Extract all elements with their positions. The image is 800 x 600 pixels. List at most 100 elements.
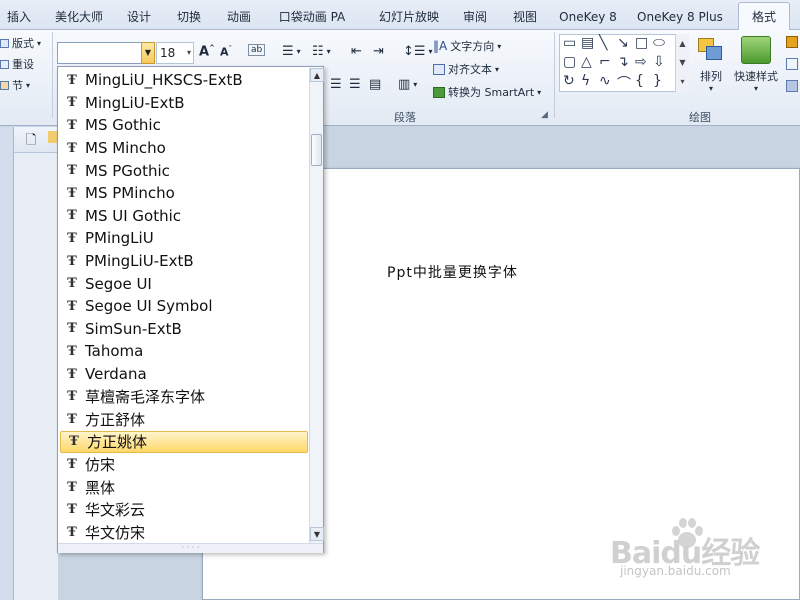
font-list-item[interactable]: Ŧ MS PGothic [59,159,309,182]
right-arrow-shape-icon[interactable]: ⇨ [635,54,647,70]
truetype-font-icon: Ŧ [67,208,77,224]
slide-text-box[interactable]: Ppt中批量更换字体 [387,262,518,282]
rectangle-shape-icon[interactable]: □ [635,35,648,51]
scroll-up-icon[interactable]: ▲ [310,68,324,82]
truetype-font-icon: Ŧ [67,411,77,427]
align-text-button[interactable]: 对齐文本 ▾ [433,61,499,77]
font-list-item[interactable]: Ŧ Verdana [59,363,309,386]
tab-pocket-animation[interactable]: 口袋动画 PA [274,6,350,28]
arc-shape-icon[interactable]: ⌒ [617,73,631,93]
shape-outline-button[interactable] [786,58,798,70]
font-list-item[interactable]: Ŧ 仿宋 [59,453,309,476]
scroll-down-icon[interactable]: ▼ [676,53,689,72]
pen-icon [786,58,798,70]
scroll-down-icon[interactable]: ▼ [310,527,324,541]
font-list-item[interactable]: Ŧ 黑体 [59,476,309,499]
textbox-shape-icon[interactable]: ▭ [563,35,576,51]
font-list-item[interactable]: Ŧ MingLiU_HKSCS-ExtB [59,69,309,92]
font-list-item[interactable]: Ŧ MS Gothic [59,114,309,137]
tab-review[interactable]: 审阅 [458,6,492,28]
tab-slideshow[interactable]: 幻灯片放映 [374,6,444,28]
scroll-up-icon[interactable]: ▲ [676,34,689,53]
font-list-item[interactable]: Ŧ MS UI Gothic [59,205,309,228]
font-list-item[interactable]: Ŧ 草檀斋毛泽东字体 [59,385,309,408]
align-right-button[interactable]: ☰ [330,77,342,92]
elbow-arrow-shape-icon[interactable]: ↴ [617,54,629,70]
smartart-icon [433,86,445,98]
grow-font-button[interactable]: A^ [199,44,215,59]
curve-shape-icon[interactable]: ∿ [599,73,611,89]
font-size-combobox[interactable]: 18 ▾ [156,42,194,64]
bullets-button[interactable]: ☰ ▾ [282,44,301,59]
tab-transitions[interactable]: 切换 [172,6,206,28]
justify-button[interactable]: ☰ [349,77,361,92]
paragraph-group-label: 段落 [394,111,416,124]
arrow-line-shape-icon[interactable]: ↘ [617,35,629,51]
curved-arrow-shape-icon[interactable]: ↻ [563,73,575,89]
right-brace-shape-icon[interactable]: } [653,73,662,89]
reset-button[interactable]: 重设 [0,56,34,72]
font-dropdown-button[interactable]: ▼ [141,42,155,64]
font-list-item[interactable]: Ŧ Segoe UI Symbol [59,295,309,318]
font-list-item[interactable]: Ŧ 方正姚体 [60,430,308,454]
tab-meihua-master[interactable]: 美化大师 [50,6,108,28]
font-dropdown-list[interactable]: Ŧ MingLiU_HKSCS-ExtB Ŧ MingLiU-ExtB Ŧ MS Goth… [57,66,324,553]
down-arrow-shape-icon[interactable]: ⇩ [653,54,665,70]
shapes-gallery[interactable]: ▭ ▤ ╲ ↘ □ ⬭ ▢ △ ⌐ ↴ ⇨ ⇩ ↻ ϟ ∿ ⌒ { } [559,34,689,92]
oval-shape-icon[interactable]: ⬭ [653,35,665,51]
triangle-shape-icon[interactable]: △ [581,54,592,70]
shape-effects-button[interactable] [786,80,798,92]
rounded-rectangle-shape-icon[interactable]: ▢ [563,54,576,70]
shape-fill-button[interactable] [786,36,798,48]
distributed-button[interactable]: ▤ [369,77,381,92]
font-list-item[interactable]: Ŧ MingLiU-ExtB [59,92,309,115]
section-button[interactable]: 节 ▾ [0,77,30,93]
font-size-value: 18 [160,46,176,60]
slides-tab-icon[interactable]: 🗋 [26,131,36,153]
resize-grip[interactable]: · · · · [58,543,323,553]
text-direction-button[interactable]: ‖A 文字方向 ▾ [433,38,501,54]
truetype-font-icon: Ŧ [67,72,77,88]
font-list-item[interactable]: Ŧ MS PMincho [59,182,309,205]
font-list-item-label: MS PMincho [85,184,175,203]
clear-formatting-button[interactable]: ab [248,44,266,56]
line-spacing-button[interactable]: ↕☰ ▾ [403,44,433,59]
font-list-item[interactable]: Ŧ Tahoma [59,340,309,363]
tab-onekey8[interactable]: OneKey 8 [556,6,620,28]
shapes-gallery-scroll[interactable]: ▲ ▼ ▾ [675,34,689,92]
scrollbar-thumb[interactable] [311,134,322,166]
gallery-more-icon[interactable]: ▾ [676,72,689,91]
columns-button[interactable]: ▥ ▾ [398,77,417,92]
tab-onekey8-plus[interactable]: OneKey 8 Plus [636,6,724,28]
layout-button[interactable]: 版式 ▾ [0,35,41,51]
tab-view[interactable]: 视图 [508,6,542,28]
tab-format[interactable]: 格式 [738,2,790,31]
font-list-item[interactable]: Ŧ Segoe UI [59,272,309,295]
tab-design[interactable]: 设计 [124,6,154,28]
vertical-textbox-shape-icon[interactable]: ▤ [581,35,594,51]
font-list-item[interactable]: Ŧ MS Mincho [59,137,309,160]
shrink-font-button[interactable]: Aˇ [220,45,232,59]
freeform-shape-icon[interactable]: ϟ [581,73,590,89]
font-list-item-label: PMingLiU-ExtB [85,252,194,271]
increase-indent-button[interactable]: ⇥ [373,44,384,59]
tab-insert[interactable]: 插入 [4,6,34,28]
arrange-button[interactable]: 排列 ▾ [694,36,728,93]
font-list-item[interactable]: Ŧ 方正舒体 [59,408,309,431]
left-brace-shape-icon[interactable]: { [635,73,644,89]
paragraph-dialog-launcher-icon[interactable]: ◢ [541,110,548,120]
font-list-scrollbar[interactable]: ▲ ▼ [309,68,324,543]
font-list-item[interactable]: Ŧ 华文彩云 [59,498,309,521]
elbow-connector-shape-icon[interactable]: ⌐ [599,54,611,70]
reset-label: 重设 [12,58,34,71]
decrease-indent-button[interactable]: ⇤ [351,44,362,59]
font-list-item[interactable]: Ŧ PMingLiU [59,227,309,250]
font-list-item[interactable]: Ŧ PMingLiU-ExtB [59,250,309,273]
quick-styles-button[interactable]: 快速样式 ▾ [732,36,780,93]
line-shape-icon[interactable]: ╲ [599,35,607,51]
font-list-item[interactable]: Ŧ 华文仿宋 [59,521,309,543]
font-list-item[interactable]: Ŧ SimSun-ExtB [59,318,309,341]
convert-smartart-button[interactable]: 转换为 SmartArt ▾ [433,84,541,100]
numbering-button[interactable]: ☷ ▾ [312,44,331,59]
tab-animations[interactable]: 动画 [222,6,256,28]
